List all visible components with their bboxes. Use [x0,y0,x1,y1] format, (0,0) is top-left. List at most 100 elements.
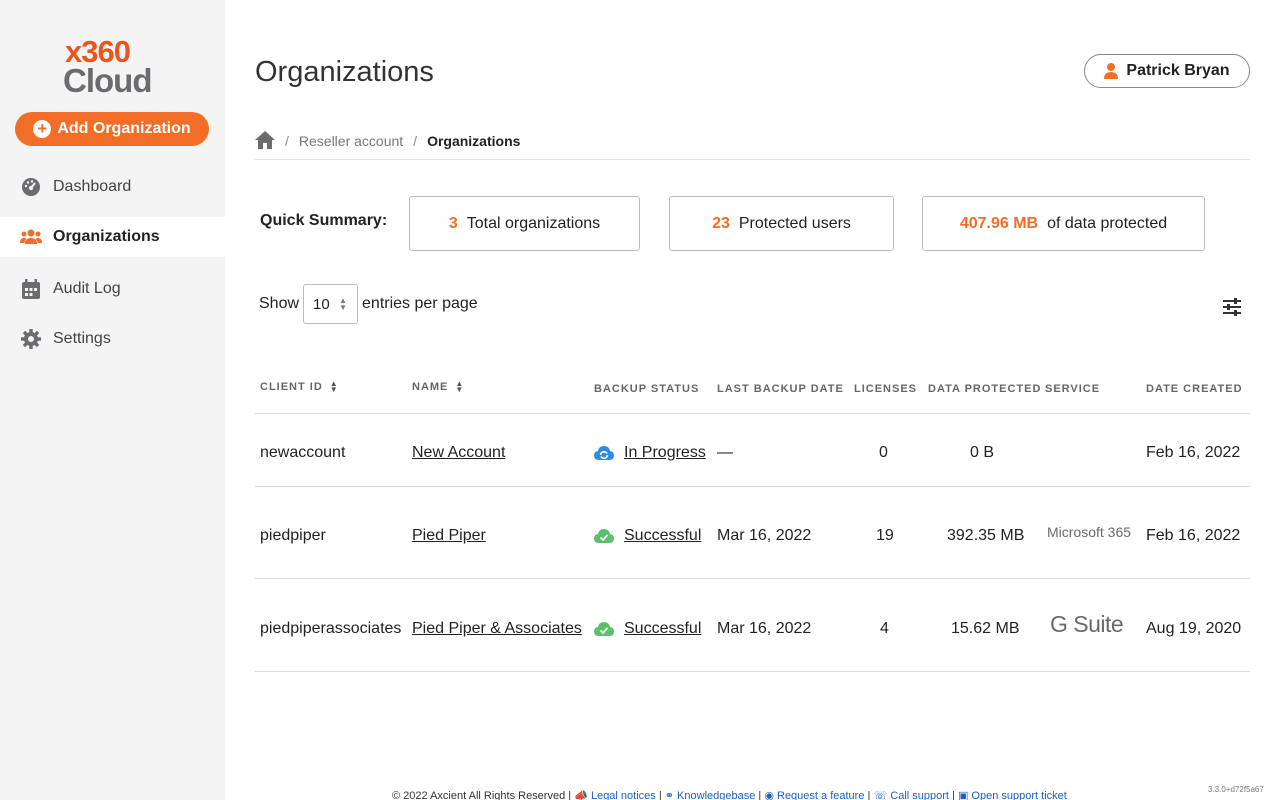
entries-per-page-select[interactable]: 10 ▲ ▼ [303,284,359,324]
cell-client-id: piedpiper [260,527,326,544]
phone-icon: ☏ [873,790,888,800]
cloud-check-icon [594,622,614,636]
column-header-label: DATA PROTECTED [928,383,1042,395]
summary-label: Total organizations [466,214,601,232]
sidebar-item-dashboard[interactable]: Dashboard [0,167,225,207]
cell-data-protected: 392.35 MB [947,527,1025,544]
sidebar-item-label: Dashboard [53,178,132,195]
backup-status-link[interactable]: Successful [624,620,701,638]
breadcrumb-reseller-account[interactable]: Reseller account [299,133,403,149]
organization-name-link[interactable]: Pied Piper & Associates [412,620,582,638]
column-header-service: SERVICE [1045,383,1100,395]
sync-cloud-icon [594,446,614,460]
ticket-icon: ▣ [957,790,969,800]
row-divider [255,578,1250,579]
select-arrows-icon: ▲ ▼ [339,296,348,312]
breadcrumb-separator: / [413,133,418,149]
add-organization-button[interactable]: + Add Organization [15,112,209,146]
version-label: 3.3.0+d72f5a67 [1208,785,1264,794]
cell-data-protected: 15.62 MB [951,620,1020,637]
entries-per-page-control: Show 10 ▲ ▼ entries per page [259,284,478,324]
user-icon [1104,63,1119,79]
footer-link-knowledgebase[interactable]: Knowledgebase [677,790,755,800]
summary-label: of data protected [1047,214,1168,232]
cell-date-created: Aug 19, 2020 [1146,620,1242,637]
sort-icon: ▲ ▼ [455,379,465,394]
column-header-label: CLIENT ID [260,381,323,393]
cell-licenses: 19 [876,527,894,544]
g-suite-logo: G Suite [1050,611,1124,637]
organization-name-link[interactable]: New Account [412,444,505,462]
x360-cloud-logo[interactable]: x360 Cloud [63,36,163,99]
cell-data-protected: 0 B [970,444,995,461]
microsoft-365-logo: Microsoft 365 [1047,524,1132,540]
quick-summary-label: Quick Summary: [260,212,388,229]
sidebar-item-settings[interactable]: Settings [0,319,225,359]
sort-icon: ▲ ▼ [329,379,339,394]
logo-cloud-text: Cloud [63,62,152,99]
footer-link-request-feature[interactable]: Request a feature [777,790,864,800]
gear-icon [20,328,42,350]
summary-value: 3 [448,214,458,232]
add-organization-label: Add Organization [57,120,191,137]
sidebar-item-organizations[interactable]: Organizations [0,217,225,257]
entries-per-page-value: 10 [313,295,330,313]
footer: © 2022 Axcient All Rights Reserved | 📣 L… [392,790,1067,800]
user-menu-button[interactable]: Patrick Bryan [1084,54,1250,88]
page-title: Organizations [255,56,434,88]
column-header-label: SERVICE [1045,383,1101,395]
breadcrumb-separator: / [285,133,289,149]
lightbulb-icon: ◉ [764,790,774,800]
row-divider [255,671,1250,672]
summary-label: Protected users [738,214,851,232]
column-header-client-id[interactable]: CLIENT ID ▲ ▼ [260,379,339,394]
column-header-licenses: LICENSES [854,383,917,395]
cell-last-backup: — [717,444,733,461]
summary-card-protected-users: 23 Protected users [669,196,894,251]
home-icon[interactable] [255,130,275,152]
column-header-backup-status: BACKUP STATUS [594,383,699,395]
cell-last-backup: Mar 16, 2022 [717,620,812,637]
sidebar-item-audit-log[interactable]: Audit Log [0,269,225,309]
user-name: Patrick Bryan [1126,62,1230,79]
sliders-icon[interactable] [1221,296,1243,318]
cell-backup-status: Successful [594,620,701,638]
show-label: Show [259,295,300,312]
sidebar-item-label: Organizations [53,228,160,245]
cell-backup-status: Successful [594,527,701,545]
footer-link-call-support[interactable]: Call support [890,790,949,800]
sidebar: x360 Cloud + Add Organization Dashboard … [0,0,225,800]
column-header-data-protected: DATA PROTECTED [928,383,1041,395]
cell-licenses: 0 [879,444,888,461]
organization-name-link[interactable]: Pied Piper [412,527,486,545]
calendar-icon [20,278,42,300]
cloud-check-icon [594,529,614,543]
plus-circle-icon: + [33,120,52,138]
cell-client-id: piedpiperassociates [260,620,402,637]
megaphone-icon: 📣 [574,790,588,800]
entries-per-page-suffix: entries per page [362,295,478,312]
sidebar-item-label: Audit Log [53,280,121,297]
table-header-divider [255,413,1250,414]
cell-licenses: 4 [880,620,889,637]
cell-last-backup: Mar 16, 2022 [717,527,812,544]
summary-card-data-protected: 407.96 MB of data protected [922,196,1205,251]
column-header-label: LICENSES [854,383,918,395]
summary-value: 407.96 MB [959,214,1039,232]
summary-card-total-organizations: 3 Total organizations [409,196,640,251]
breadcrumb: / Reseller account / Organizations [255,128,520,154]
header-divider [255,159,1250,160]
dashboard-gauge-icon [20,176,42,198]
backup-status-link[interactable]: In Progress [624,444,706,462]
column-header-date-created: DATE CREATED [1146,383,1243,395]
column-header-label: DATE CREATED [1146,383,1243,395]
column-header-name[interactable]: NAME ▲ ▼ [412,379,465,394]
backup-status-link[interactable]: Successful [624,527,701,545]
summary-value: 23 [712,214,730,232]
breadcrumb-current: Organizations [427,133,521,149]
cell-client-id: newaccount [260,444,346,461]
users-group-icon [20,226,42,248]
footer-link-legal-notices[interactable]: Legal notices [591,790,656,800]
footer-link-open-support-ticket[interactable]: Open support ticket [971,790,1066,800]
column-header-label: BACKUP STATUS [594,383,700,395]
